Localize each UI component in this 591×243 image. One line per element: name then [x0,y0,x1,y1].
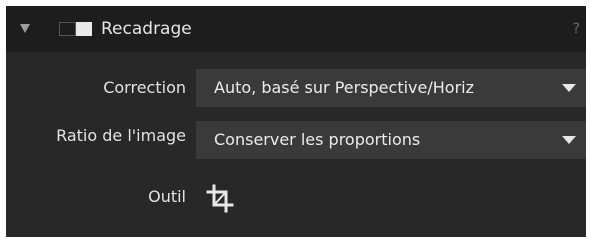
ratio-value: Conserver les proportions [214,130,421,149]
correction-label: Correction [103,78,186,97]
correction-value: Auto, basé sur Perspective/Horiz [214,78,474,97]
crop-icon-graphic [206,184,234,213]
chevron-down-icon [562,136,576,144]
help-icon[interactable]: ? [573,20,580,38]
tool-label: Outil [148,187,186,206]
toggle-off-segment [59,22,76,36]
ratio-dropdown[interactable]: Conserver les proportions [196,121,586,159]
ratio-label: Ratio de l'image [56,126,186,145]
enable-toggle[interactable] [59,22,92,36]
collapse-triangle-icon[interactable] [20,24,30,33]
toggle-on-segment [76,22,92,36]
correction-dropdown[interactable]: Auto, basé sur Perspective/Horiz [196,69,586,107]
panel-header[interactable]: Recadrage ? [6,6,586,52]
crop-panel: Recadrage ? Correction Auto, basé sur Pe… [6,6,586,237]
chevron-down-icon [562,84,576,92]
panel-title: Recadrage [101,19,192,39]
crop-icon[interactable] [206,183,234,213]
